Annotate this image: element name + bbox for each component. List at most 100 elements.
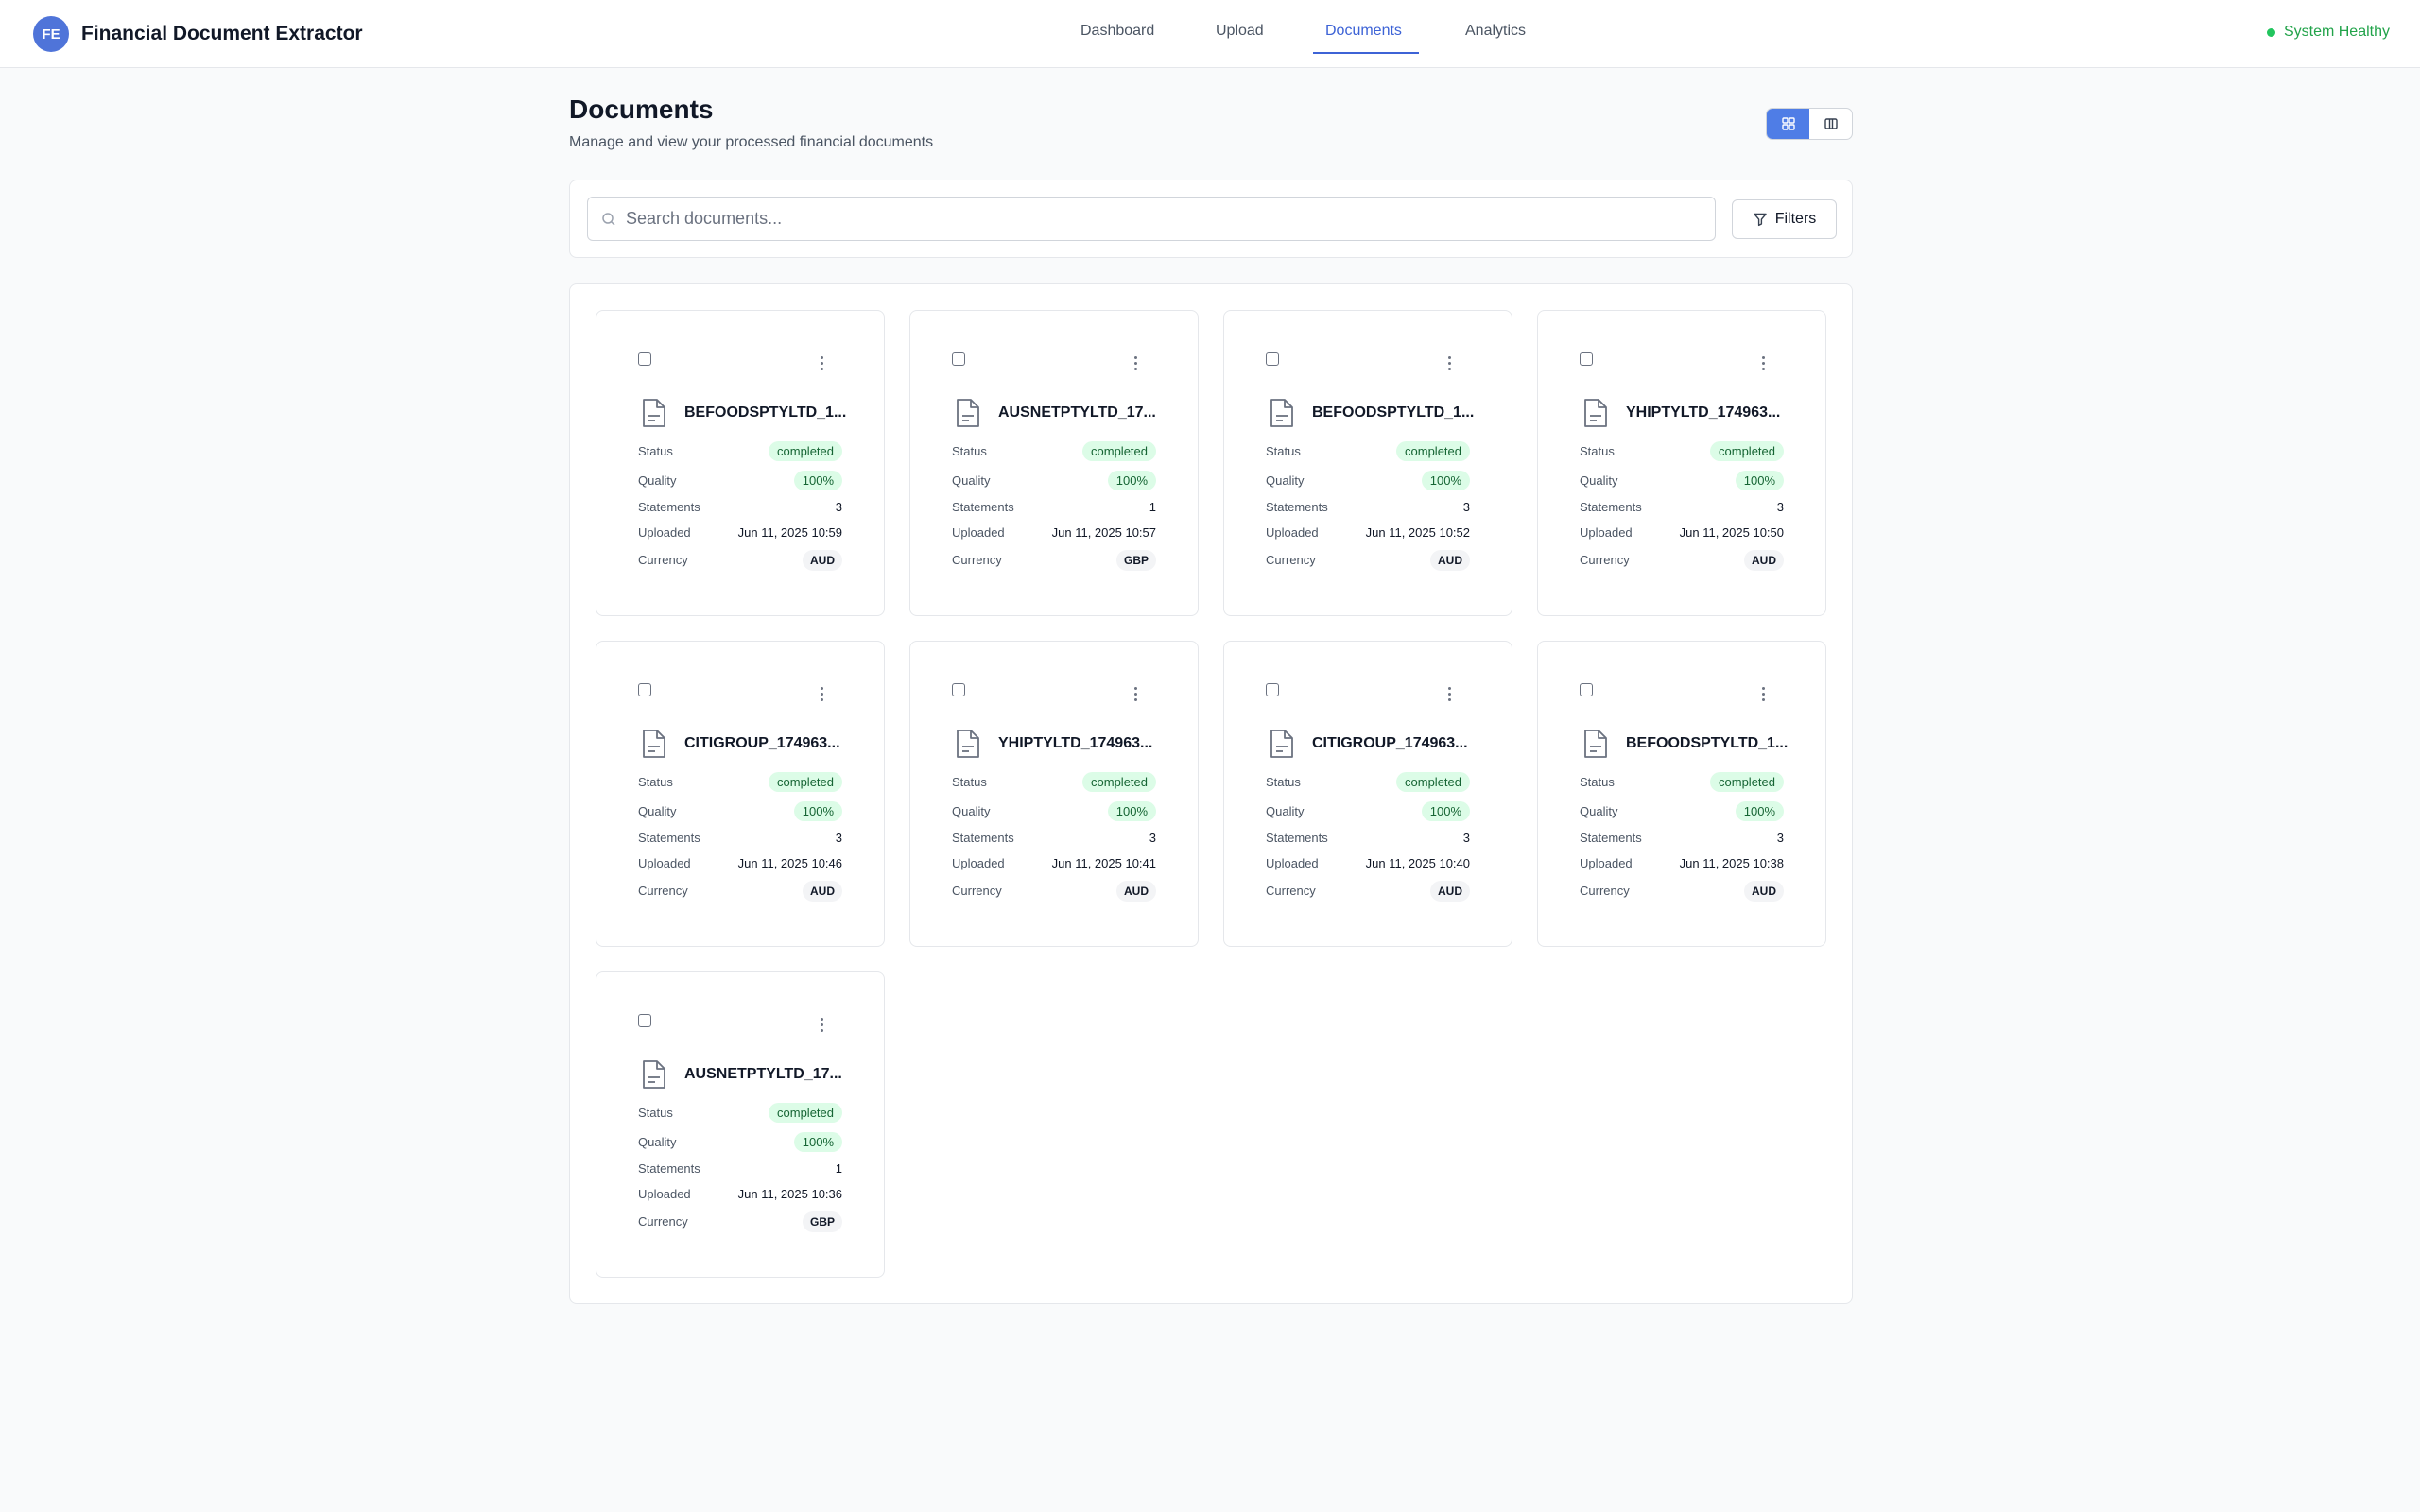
page-title: Documents — [569, 94, 714, 124]
search-box[interactable] — [587, 197, 1716, 241]
quality-label: Quality — [1580, 804, 1618, 818]
uploaded-label: Uploaded — [952, 525, 1005, 540]
more-options-icon[interactable] — [1130, 687, 1141, 706]
document-name[interactable]: CITIGROUP_174963... — [684, 735, 840, 752]
statements-value: 3 — [835, 500, 842, 514]
top-navigation-bar: FE Financial Document Extractor Dashboar… — [0, 0, 2420, 68]
quality-badge: 100% — [793, 471, 842, 490]
more-options-icon[interactable] — [1757, 356, 1769, 375]
select-checkbox[interactable] — [1580, 352, 1593, 366]
search-input[interactable] — [626, 209, 1666, 229]
statements-label: Statements — [1580, 500, 1642, 514]
select-checkbox[interactable] — [1580, 683, 1593, 696]
status-dot-icon — [2266, 27, 2275, 37]
document-name[interactable]: YHIPTYLTD_174963... — [998, 735, 1152, 752]
document-name[interactable]: CITIGROUP_174963... — [1312, 735, 1468, 752]
statements-label: Statements — [952, 831, 1014, 845]
document-card[interactable]: CITIGROUP_174963... Status completed Qua… — [596, 641, 885, 947]
uploaded-label: Uploaded — [638, 525, 691, 540]
documents-grid: BEFOODSPTYLTD_1... Status completed Qual… — [569, 284, 1853, 1304]
document-card[interactable]: BEFOODSPTYLTD_1... Status completed Qual… — [1223, 310, 1512, 616]
nav-analytics[interactable]: Analytics — [1465, 23, 1526, 40]
system-health-label: System Healthy — [2283, 24, 2390, 40]
grid-view-button[interactable] — [1767, 109, 1809, 139]
select-checkbox[interactable] — [1266, 352, 1279, 366]
quality-label: Quality — [952, 804, 991, 818]
more-options-icon[interactable] — [816, 356, 827, 375]
document-card[interactable]: AUSNETPTYLTD_17... Status completed Qual… — [909, 310, 1199, 616]
currency-label: Currency — [952, 553, 1002, 567]
currency-badge: AUD — [1116, 881, 1156, 902]
currency-label: Currency — [1266, 884, 1316, 898]
select-checkbox[interactable] — [952, 352, 965, 366]
document-name[interactable]: AUSNETPTYLTD_17... — [684, 1066, 842, 1083]
more-options-icon[interactable] — [816, 687, 827, 706]
select-checkbox[interactable] — [952, 683, 965, 696]
document-name[interactable]: BEFOODSPTYLTD_1... — [684, 404, 846, 421]
document-card[interactable]: CITIGROUP_174963... Status completed Qua… — [1223, 641, 1512, 947]
nav-documents[interactable]: Documents — [1325, 23, 1402, 40]
status-badge: completed — [1396, 441, 1470, 461]
uploaded-label: Uploaded — [1266, 525, 1319, 540]
select-checkbox[interactable] — [1266, 683, 1279, 696]
main-nav: Dashboard Upload Documents Analytics — [0, 0, 2420, 68]
document-name[interactable]: BEFOODSPTYLTD_1... — [1312, 404, 1474, 421]
uploaded-value: Jun 11, 2025 10:41 — [1051, 856, 1156, 870]
document-icon — [641, 1058, 667, 1091]
quality-badge: 100% — [1421, 801, 1470, 821]
currency-badge: GBP — [802, 1211, 842, 1232]
columns-view-button[interactable] — [1809, 109, 1852, 139]
currency-badge: GBP — [1115, 550, 1156, 571]
more-options-icon[interactable] — [1130, 356, 1141, 375]
document-icon — [1269, 397, 1295, 429]
currency-label: Currency — [1580, 553, 1630, 567]
status-badge: completed — [769, 441, 842, 461]
uploaded-label: Uploaded — [1580, 856, 1633, 870]
document-name[interactable]: BEFOODSPTYLTD_1... — [1626, 735, 1788, 752]
document-card[interactable]: YHIPTYLTD_174963... Status completed Qua… — [1537, 310, 1826, 616]
statements-value: 3 — [1462, 831, 1470, 845]
document-card[interactable]: AUSNETPTYLTD_17... Status completed Qual… — [596, 971, 885, 1278]
more-options-icon[interactable] — [1443, 687, 1455, 706]
status-label: Status — [638, 1106, 673, 1120]
quality-label: Quality — [1580, 473, 1618, 488]
status-label: Status — [1580, 775, 1615, 789]
uploaded-label: Uploaded — [638, 856, 691, 870]
select-checkbox[interactable] — [638, 683, 651, 696]
statements-label: Statements — [952, 500, 1014, 514]
select-checkbox[interactable] — [638, 352, 651, 366]
document-name[interactable]: YHIPTYLTD_174963... — [1626, 404, 1780, 421]
nav-dashboard[interactable]: Dashboard — [1080, 23, 1154, 40]
currency-badge: AUD — [1430, 550, 1470, 571]
currency-label: Currency — [952, 884, 1002, 898]
status-label: Status — [638, 775, 673, 789]
status-badge: completed — [1710, 772, 1784, 792]
document-card[interactable]: BEFOODSPTYLTD_1... Status completed Qual… — [1537, 641, 1826, 947]
uploaded-value: Jun 11, 2025 10:38 — [1679, 856, 1784, 870]
status-badge: completed — [1710, 441, 1784, 461]
uploaded-label: Uploaded — [638, 1187, 691, 1201]
filters-label: Filters — [1774, 211, 1817, 227]
filters-button[interactable]: Filters — [1732, 199, 1837, 239]
document-card[interactable]: YHIPTYLTD_174963... Status completed Qua… — [909, 641, 1199, 947]
more-options-icon[interactable] — [1443, 356, 1455, 375]
status-badge: completed — [769, 772, 842, 792]
columns-icon — [1824, 116, 1839, 131]
more-options-icon[interactable] — [816, 1018, 827, 1037]
quality-label: Quality — [1266, 473, 1305, 488]
nav-upload[interactable]: Upload — [1216, 23, 1264, 40]
currency-badge: AUD — [1744, 881, 1784, 902]
statements-label: Statements — [1266, 500, 1328, 514]
search-panel: Filters — [569, 180, 1853, 258]
document-name[interactable]: AUSNETPTYLTD_17... — [998, 404, 1156, 421]
currency-label: Currency — [638, 884, 688, 898]
document-card[interactable]: BEFOODSPTYLTD_1... Status completed Qual… — [596, 310, 885, 616]
select-checkbox[interactable] — [638, 1014, 651, 1027]
uploaded-value: Jun 11, 2025 10:36 — [737, 1187, 842, 1201]
document-icon — [1269, 728, 1295, 760]
more-options-icon[interactable] — [1757, 687, 1769, 706]
currency-badge: AUD — [803, 550, 842, 571]
statements-value: 3 — [1462, 500, 1470, 514]
quality-badge: 100% — [793, 801, 842, 821]
status-badge: completed — [1396, 772, 1470, 792]
